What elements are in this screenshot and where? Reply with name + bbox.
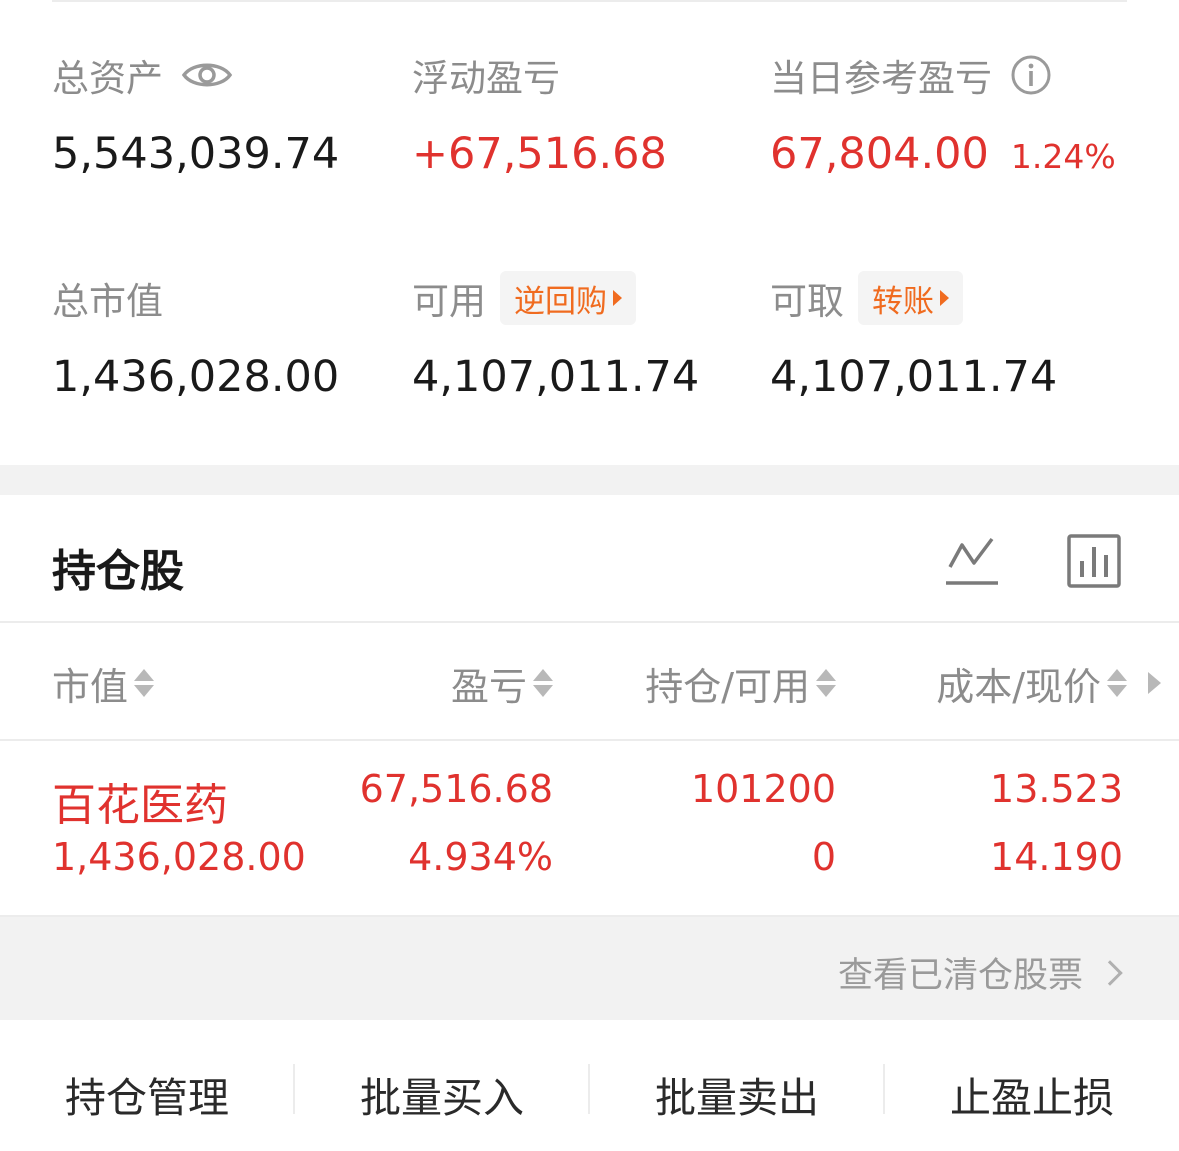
available-label: 可用 bbox=[412, 280, 486, 323]
position-management-button[interactable]: 持仓管理 bbox=[0, 1064, 294, 1124]
stock-price: 14.190 bbox=[990, 835, 1123, 879]
table-row[interactable]: 百花医药 1,436,028.00 67,516.68 4.934% 10120… bbox=[0, 743, 1179, 915]
reverse-repo-label: 逆回购 bbox=[514, 283, 607, 320]
daily-pl-value: 67,804.00 bbox=[770, 129, 989, 179]
market-value: 总市值 1,436,028.00 bbox=[52, 273, 339, 403]
available-value: 4,107,011.74 bbox=[412, 352, 700, 402]
stock-market-value: 1,436,028.00 bbox=[52, 835, 306, 879]
eye-icon[interactable] bbox=[181, 58, 233, 92]
info-icon[interactable] bbox=[1010, 54, 1052, 96]
withdrawable-funds: 可取 转账 4,107,011.74 bbox=[770, 271, 1058, 403]
stock-pl-percent: 4.934% bbox=[408, 835, 553, 879]
total-assets-label: 总资产 bbox=[52, 57, 163, 100]
sort-icon bbox=[134, 669, 155, 697]
withdrawable-value: 4,107,011.74 bbox=[770, 352, 1058, 402]
market-value-value: 1,436,028.00 bbox=[52, 352, 340, 402]
market-value-label: 总市值 bbox=[52, 280, 163, 323]
column-pl[interactable]: 盈亏 bbox=[451, 655, 553, 711]
holdings-column-header: 市值 盈亏 持仓/可用 成本/现价 bbox=[0, 625, 1179, 741]
take-profit-stop-loss-button[interactable]: 止盈止损 bbox=[885, 1064, 1179, 1124]
holdings-title: 持仓股 bbox=[52, 546, 184, 597]
floating-pl-value: +67,516.68 bbox=[412, 129, 667, 179]
chevron-right-icon bbox=[1097, 959, 1123, 986]
triangle-right-icon bbox=[613, 290, 622, 306]
daily-pl-percent: 1.24% bbox=[1010, 137, 1116, 176]
account-summary: 总资产 5,543,039.74 浮动盈亏 +67,516.68 当日参考盈亏 … bbox=[0, 0, 1179, 465]
column-market-value[interactable]: 市值 bbox=[52, 655, 155, 711]
sort-icon bbox=[816, 669, 836, 697]
triangle-right-icon bbox=[940, 290, 949, 306]
daily-pl-label: 当日参考盈亏 bbox=[770, 57, 992, 100]
floating-pl: 浮动盈亏 +67,516.68 bbox=[412, 50, 667, 180]
stock-name: 百花医药 bbox=[52, 780, 228, 831]
stock-pl: 67,516.68 bbox=[359, 767, 553, 811]
daily-pl: 当日参考盈亏 67,804.00 1.24% bbox=[770, 50, 1116, 180]
withdrawable-label: 可取 bbox=[770, 280, 844, 323]
cleared-stocks-bar: 查看已清仓股票 bbox=[0, 915, 1179, 1020]
section-divider bbox=[0, 465, 1179, 495]
bar-chart-icon[interactable] bbox=[1066, 533, 1122, 589]
batch-sell-button[interactable]: 批量卖出 bbox=[590, 1064, 884, 1124]
stock-position: 101200 bbox=[690, 767, 836, 811]
view-cleared-stocks-link[interactable]: 查看已清仓股票 bbox=[838, 947, 1123, 998]
total-assets: 总资产 5,543,039.74 bbox=[52, 50, 339, 180]
available-funds: 可用 逆回购 4,107,011.74 bbox=[412, 271, 700, 403]
sort-icon bbox=[1107, 669, 1127, 697]
holdings-header: 持仓股 bbox=[0, 495, 1179, 623]
sort-icon bbox=[533, 669, 553, 697]
batch-buy-button[interactable]: 批量买入 bbox=[295, 1064, 589, 1124]
line-chart-icon[interactable] bbox=[944, 533, 1000, 589]
reverse-repo-button[interactable]: 逆回购 bbox=[500, 271, 636, 325]
stock-available: 0 bbox=[811, 835, 836, 879]
stock-cost: 13.523 bbox=[990, 767, 1123, 811]
column-position[interactable]: 持仓/可用 bbox=[645, 655, 836, 711]
transfer-label: 转账 bbox=[872, 283, 934, 320]
total-assets-value: 5,543,039.74 bbox=[52, 129, 340, 179]
action-bar: 持仓管理 批量买入 批量卖出 止盈止损 bbox=[0, 1020, 1179, 1151]
column-cost-price[interactable]: 成本/现价 bbox=[936, 655, 1127, 711]
transfer-button[interactable]: 转账 bbox=[858, 271, 963, 325]
scroll-right-icon[interactable] bbox=[1148, 672, 1161, 694]
floating-pl-label: 浮动盈亏 bbox=[412, 57, 560, 100]
